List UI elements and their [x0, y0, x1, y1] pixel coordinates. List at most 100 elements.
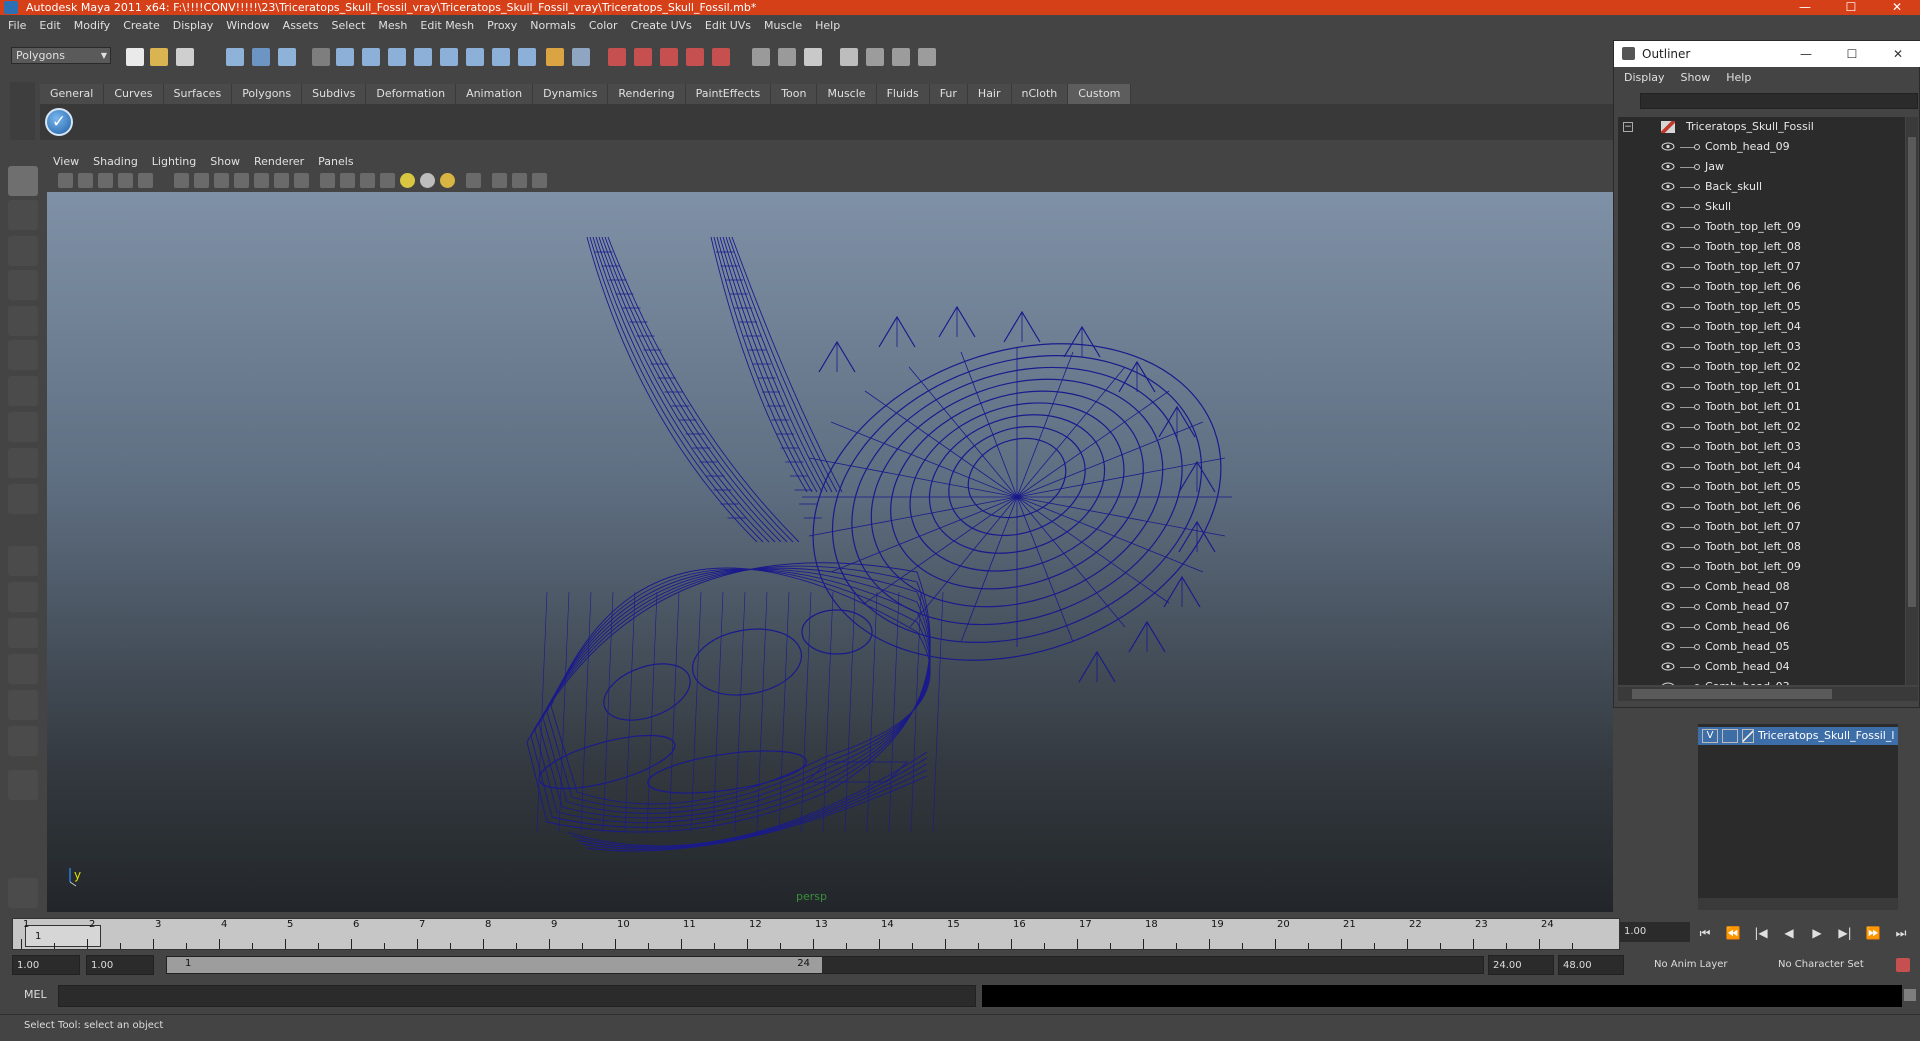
snap-grid-icon[interactable]	[336, 48, 354, 66]
rotate-tool-icon[interactable]	[8, 306, 38, 336]
perspective-viewport[interactable]	[47, 192, 1613, 912]
outliner-root-item[interactable]: − Triceratops_Skull_Fossil	[1618, 117, 1905, 137]
outliner-item[interactable]: Comb_head_04	[1618, 657, 1905, 677]
outliner-item[interactable]: Comb_head_06	[1618, 617, 1905, 637]
menu-file[interactable]: File	[8, 19, 26, 32]
outliner-item[interactable]: Comb_head_03	[1618, 677, 1905, 685]
outliner-item[interactable]: Back_skull	[1618, 177, 1905, 197]
animation-start-field[interactable]: 1.00	[12, 955, 80, 975]
panel-menu-renderer[interactable]: Renderer	[254, 155, 304, 168]
tool-settings-icon[interactable]	[778, 48, 796, 66]
outliner-item[interactable]: Tooth_bot_left_05	[1618, 477, 1905, 497]
outliner-item[interactable]: Tooth_top_left_03	[1618, 337, 1905, 357]
ipr-render-icon[interactable]	[634, 48, 652, 66]
menu-color[interactable]: Color	[589, 19, 618, 32]
select-object-icon[interactable]	[252, 48, 270, 66]
tab-curves[interactable]: Curves	[104, 84, 164, 104]
layout-options-icon[interactable]	[8, 770, 38, 800]
menu-edit-mesh[interactable]: Edit Mesh	[420, 19, 474, 32]
layout-four-view-icon[interactable]	[8, 582, 38, 612]
grid-toggle-icon[interactable]	[174, 173, 189, 188]
menu-assets[interactable]: Assets	[283, 19, 319, 32]
outliner-minimize-button[interactable]: —	[1783, 41, 1829, 67]
shadows-icon[interactable]	[440, 173, 455, 188]
time-slider[interactable]: 1 1 2 3 4 5 6 7 8 9 10 11 12 13 14 15 16 17 18 19 20 21 22 23 2…	[12, 918, 1620, 950]
menu-edit-uvs[interactable]: Edit UVs	[705, 19, 751, 32]
outliner-item[interactable]: Tooth_bot_left_07	[1618, 517, 1905, 537]
panel-menu-show[interactable]: Show	[210, 155, 240, 168]
resolution-gate-icon[interactable]	[214, 173, 229, 188]
field-chart-icon[interactable]	[254, 173, 269, 188]
menu-window[interactable]: Window	[226, 19, 269, 32]
range-slider-thumb[interactable]: 1 24	[167, 957, 822, 973]
layout-outliner-persp-icon[interactable]	[8, 618, 38, 648]
layout-single-perspective-icon[interactable]	[8, 546, 38, 576]
outliner-item[interactable]: Tooth_bot_left_04	[1618, 457, 1905, 477]
layer-playback-toggle[interactable]	[1722, 729, 1738, 743]
outliner-item[interactable]: Tooth_bot_left_01	[1618, 397, 1905, 417]
go-to-start-button[interactable]: ⏮	[1694, 926, 1716, 941]
hud-icon[interactable]	[532, 173, 547, 188]
outliner-item[interactable]: Tooth_top_left_08	[1618, 237, 1905, 257]
outliner-item[interactable]: Tooth_top_left_05	[1618, 297, 1905, 317]
render-settings-icon[interactable]	[660, 48, 678, 66]
outliner-item[interactable]: Tooth_bot_left_06	[1618, 497, 1905, 517]
outliner-menu-display[interactable]: Display	[1624, 71, 1665, 84]
outliner-close-button[interactable]: ✕	[1875, 41, 1920, 67]
command-language-label[interactable]: MEL	[24, 988, 47, 1001]
camera-bookmark-icon[interactable]	[78, 173, 93, 188]
layout-hypershade-icon[interactable]	[8, 690, 38, 720]
menu-help[interactable]: Help	[815, 19, 840, 32]
panel-menu-lighting[interactable]: Lighting	[152, 155, 196, 168]
tab-subdivs[interactable]: Subdivs	[302, 84, 367, 104]
layout-single-icon[interactable]	[840, 48, 858, 66]
mode-selector[interactable]: Polygons ▼	[11, 47, 111, 64]
go-to-end-button[interactable]: ⏭	[1890, 926, 1912, 941]
render-view-icon[interactable]	[712, 48, 730, 66]
select-hierarchy-icon[interactable]	[226, 48, 244, 66]
maximize-button[interactable]: ☐	[1828, 0, 1874, 15]
script-editor-icon[interactable]	[1904, 989, 1916, 1001]
last-tool-icon[interactable]	[8, 484, 38, 514]
attribute-editor-icon[interactable]	[752, 48, 770, 66]
tab-general[interactable]: General	[40, 84, 105, 104]
current-time-field[interactable]: 1.00	[1620, 922, 1690, 942]
menu-display[interactable]: Display	[173, 19, 214, 32]
tab-custom[interactable]: Custom	[1068, 84, 1132, 104]
smooth-shading-icon[interactable]	[340, 173, 355, 188]
auto-key-icon[interactable]	[1896, 958, 1910, 972]
grease-pencil-icon[interactable]	[138, 173, 153, 188]
panel-menu-shading[interactable]: Shading	[93, 155, 138, 168]
make-live-icon[interactable]	[440, 48, 458, 66]
save-scene-icon[interactable]	[176, 48, 194, 66]
scrollbar-thumb[interactable]	[1908, 137, 1916, 607]
panel-menu-panels[interactable]: Panels	[318, 155, 353, 168]
layout-persp-uv-icon[interactable]	[8, 726, 38, 756]
snap-view-plane-icon[interactable]	[414, 48, 432, 66]
layer-color-swatch-icon[interactable]	[1742, 729, 1754, 743]
paint-select-tool-icon[interactable]	[8, 236, 38, 266]
tab-deformation[interactable]: Deformation	[366, 84, 457, 104]
camera-attributes-icon[interactable]	[58, 173, 73, 188]
outliner-item[interactable]: Jaw	[1618, 157, 1905, 177]
outliner-horizontal-scrollbar[interactable]	[1618, 687, 1918, 701]
tab-polygons[interactable]: Polygons	[232, 84, 303, 104]
history-icon[interactable]	[466, 48, 484, 66]
outliner-item[interactable]: Tooth_top_left_09	[1618, 217, 1905, 237]
menu-modify[interactable]: Modify	[74, 19, 110, 32]
outliner-vertical-scrollbar[interactable]	[1906, 117, 1918, 685]
wireframe-shading-icon[interactable]	[320, 173, 335, 188]
outliner-item[interactable]: Tooth_bot_left_09	[1618, 557, 1905, 577]
textured-icon[interactable]	[380, 173, 395, 188]
play-forwards-button[interactable]: ▶	[1806, 926, 1828, 940]
tab-muscle[interactable]: Muscle	[817, 84, 877, 104]
select-component-icon[interactable]	[278, 48, 296, 66]
tab-hair[interactable]: Hair	[967, 84, 1012, 104]
layout-persp-outliner-icon[interactable]	[892, 48, 910, 66]
snap-curve-icon[interactable]	[362, 48, 380, 66]
character-set-dropdown[interactable]: No Character Set	[1772, 955, 1890, 975]
use-default-lights-icon[interactable]	[400, 173, 415, 188]
lasso-tool-icon[interactable]	[8, 200, 38, 230]
menu-normals[interactable]: Normals	[530, 19, 576, 32]
menu-create-uvs[interactable]: Create UVs	[631, 19, 692, 32]
